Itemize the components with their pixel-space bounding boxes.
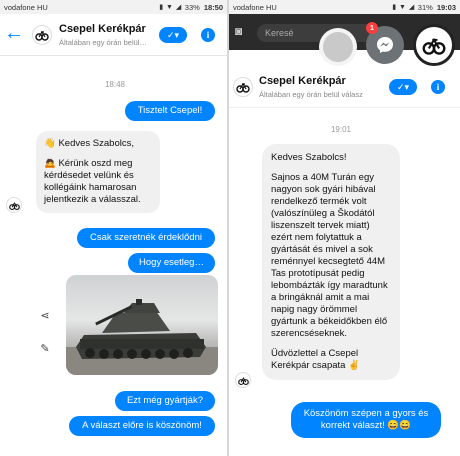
page-name: Csepel Kerékpár	[259, 75, 346, 87]
clock: 18:50	[203, 2, 223, 12]
status-bar: vodafone HU ▮ ▼ ◢ 31% 19:03	[229, 0, 460, 14]
bicycle-logo-icon	[35, 30, 49, 41]
received-message[interactable]: 👋 Kedves Szabolcs, 🙇 Kérünk oszd meg kér…	[36, 131, 160, 213]
carrier-label: vodafone HU	[4, 2, 48, 12]
chat-header: ← Csepel Kerékpár Általában egy órán bel…	[0, 14, 227, 56]
info-icon[interactable]: i	[431, 80, 445, 94]
back-arrow-icon[interactable]: ←	[4, 23, 24, 43]
page-response-time: Általában egy órán belül…	[59, 38, 147, 47]
sent-message[interactable]: Csak szeretnék érdeklődni	[77, 228, 215, 248]
notification-badge: 1	[366, 22, 378, 34]
right-chat-screen: vodafone HU ▮ ▼ ◢ 31% 19:03 ◙ Keresé 1 C…	[229, 0, 460, 456]
thumbs-up-button[interactable]: ✓▾	[159, 27, 187, 43]
left-chat-screen: vodafone HU ▮ ▼ ◢ 33% 18:50 ← Csepel Ker…	[0, 0, 227, 456]
tank-photo	[66, 299, 218, 375]
message-timestamp: 19:01	[330, 125, 352, 134]
status-icons: ▮ ▼ ◢	[159, 4, 182, 11]
page-chat-head[interactable]	[413, 24, 455, 66]
bicycle-logo-icon	[8, 201, 20, 210]
messenger-icon	[377, 37, 393, 53]
camera-icon[interactable]: ◙	[235, 24, 242, 38]
bicycle-logo-icon	[422, 37, 446, 55]
message-line: 🙇 Kérünk oszd meg kérdésedet velünk és k…	[44, 158, 141, 205]
carrier-label: vodafone HU	[233, 2, 277, 12]
search-input[interactable]: Keresé	[257, 24, 377, 42]
message-line: Sajnos a 40M Turán egy nagyon sok gyári …	[271, 172, 388, 339]
message-timestamp: 18:48	[104, 80, 126, 89]
message-line: Kedves Szabolcs!	[271, 152, 347, 163]
sent-message[interactable]: Ezt még gyártják?	[115, 391, 215, 411]
chat-header: Csepel Kerékpár Általában egy órán belül…	[229, 66, 460, 108]
status-bar: vodafone HU ▮ ▼ ◢ 33% 18:50	[0, 0, 227, 14]
sent-message[interactable]: Hogy esetleg…	[128, 253, 215, 273]
received-message[interactable]: Kedves Szabolcs! Sajnos a 40M Turán egy …	[262, 144, 400, 380]
share-icon[interactable]: ⋖	[35, 305, 55, 325]
sent-photo-tank[interactable]	[66, 275, 218, 375]
info-icon[interactable]: i	[201, 28, 215, 42]
sender-avatar	[6, 197, 22, 213]
battery-level: 33%	[184, 2, 200, 12]
page-avatar[interactable]	[233, 77, 253, 97]
chat-head[interactable]	[319, 28, 357, 66]
bicycle-logo-icon	[237, 376, 249, 385]
battery-level: 31%	[417, 2, 433, 12]
page-response-time: Általában egy órán belül válasz	[259, 90, 363, 99]
page-name: Csepel Kerékpár	[59, 23, 146, 35]
clock: 19:03	[436, 2, 456, 12]
thumbs-up-button[interactable]: ✓▾	[389, 79, 417, 95]
sent-message[interactable]: Köszönöm szépen a gyors és korrekt válas…	[291, 402, 441, 438]
sent-message[interactable]: Tisztelt Csepel!	[125, 101, 215, 121]
avatar-photo	[323, 32, 353, 62]
sender-avatar	[235, 372, 251, 388]
bicycle-logo-icon	[236, 82, 250, 93]
message-line: 👋 Kedves Szabolcs,	[44, 138, 134, 149]
sent-message[interactable]: A választ előre is köszönöm!	[69, 416, 215, 436]
edit-icon[interactable]: ✎	[35, 338, 55, 358]
check-icon: ✓▾	[166, 29, 180, 40]
message-line: Üdvözlettel a Csepel Kerékpár csapata ✌	[271, 348, 360, 371]
status-icons: ▮ ▼ ◢	[392, 4, 415, 11]
page-avatar[interactable]	[32, 25, 52, 45]
check-icon: ✓▾	[396, 81, 410, 92]
